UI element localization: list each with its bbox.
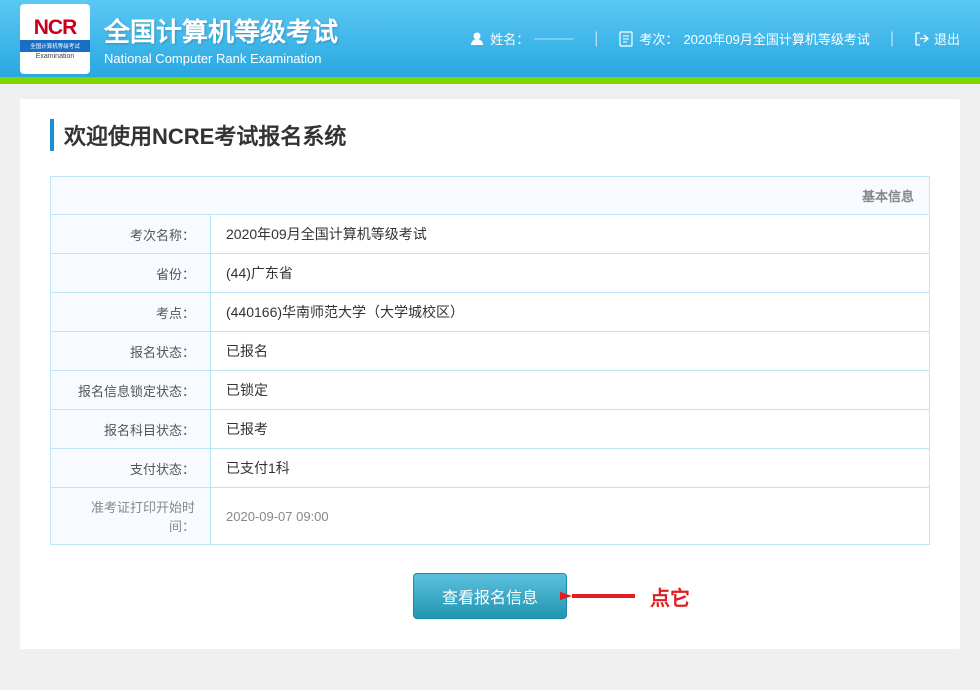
table-cell-label: 报名状态： [51,332,211,371]
red-arrow-icon [560,576,640,616]
divider-2: | [890,30,894,48]
table-row: 报名信息锁定状态：已锁定 [51,371,930,410]
annotation-text: 点它 [650,582,690,611]
header: NCR 全国计算机等级考试 Examination 全国计算机等级考试 Nati… [0,0,980,80]
table-cell-value: 已锁定 [211,371,930,410]
table-row: 报名科目状态：已报考 [51,410,930,449]
logo-bottom-strip: 全国计算机等级考试 [20,40,90,52]
user-label: 姓名： [490,29,529,48]
user-name-item: 姓名： [469,29,574,48]
site-title-sub: National Computer Rank Examination [104,51,338,66]
table-cell-value: 2020年09月全国计算机等级考试 [211,215,930,254]
exam-name-item: 考次： 2020年09月全国计算机等级考试 [618,29,869,48]
table-row: 考点：(440166)华南师范大学（大学城校区） [51,293,930,332]
exam-icon [618,31,634,47]
page-title-bar: 欢迎使用NCRE考试报名系统 [50,119,930,151]
table-row: 省份：(44)广东省 [51,254,930,293]
table-cell-value: (440166)华南师范大学（大学城校区） [211,293,930,332]
table-cell-value: 已报名 [211,332,930,371]
main-content: 欢迎使用NCRE考试报名系统 基本信息 考次名称：2020年09月全国计算机等级… [20,99,960,649]
table-cell-label: 考次名称： [51,215,211,254]
table-cell-value: 已报考 [211,410,930,449]
user-name-value [534,38,574,40]
user-info-bar: 姓名： | 考次： 2020年09月全国计算机等级考试 | 退出 [469,29,960,48]
table-cell-label: 报名科目状态： [51,410,211,449]
table-cell-label: 考点： [51,293,211,332]
table-cell-label: 支付状态： [51,449,211,488]
logo-area: NCR 全国计算机等级考试 Examination 全国计算机等级考试 Nati… [20,4,338,74]
table-cell-value: 已支付1科 [211,449,930,488]
logout-button[interactable]: 退出 [914,29,960,48]
table-header: 基本信息 [51,177,930,215]
table-cell-value: (44)广东省 [211,254,930,293]
logo-examination-label: Examination [36,53,75,60]
table-row: 准考证打印开始时间：2020-09-07 09:00 [51,488,930,545]
view-registration-button[interactable]: 查看报名信息 [413,573,567,619]
logo-box: NCR 全国计算机等级考试 Examination [20,4,90,74]
table-row: 考次名称：2020年09月全国计算机等级考试 [51,215,930,254]
table-cell-label: 准考证打印开始时间： [51,488,211,545]
table-row: 报名状态：已报名 [51,332,930,371]
page-title: 欢迎使用NCRE考试报名系统 [64,124,346,149]
exam-label: 考次： [639,29,678,48]
exam-name-value: 2020年09月全国计算机等级考试 [683,29,869,48]
logo-ncr-text: NCR [34,17,77,38]
table-cell-value: 2020-09-07 09:00 [211,488,930,545]
logout-icon [914,31,930,47]
divider-1: | [594,30,598,48]
button-area: 查看报名信息 点它 [50,573,930,619]
logout-label[interactable]: 退出 [934,29,960,48]
table-row: 支付状态：已支付1科 [51,449,930,488]
info-table: 基本信息 考次名称：2020年09月全国计算机等级考试省份：(44)广东省考点：… [50,176,930,545]
site-title-main: 全国计算机等级考试 [104,12,338,49]
accent-bar [0,80,980,84]
table-cell-label: 报名信息锁定状态： [51,371,211,410]
arrow-annotation: 点它 [560,576,690,616]
table-cell-label: 省份： [51,254,211,293]
site-title: 全国计算机等级考试 National Computer Rank Examina… [104,12,338,66]
user-icon [469,31,485,47]
